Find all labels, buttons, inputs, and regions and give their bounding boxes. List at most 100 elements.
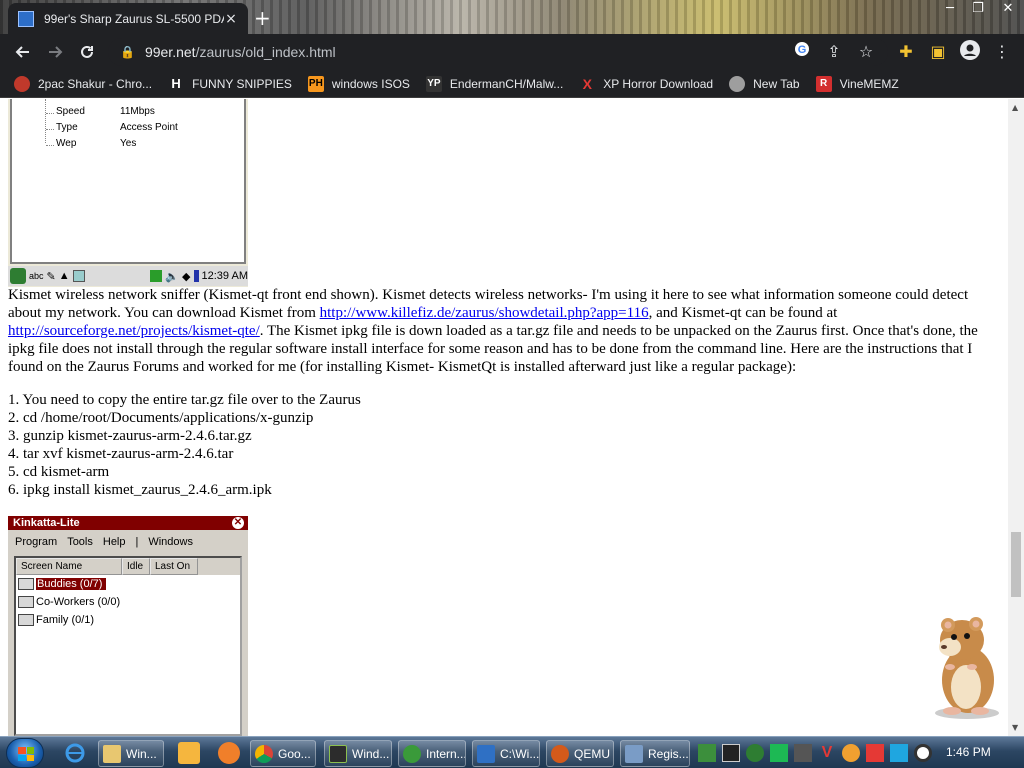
menu-kebab-icon[interactable]: ⋮ bbox=[990, 40, 1014, 64]
list-item: 1. You need to copy the entire tar.gz fi… bbox=[8, 392, 361, 408]
input-method-label: abc bbox=[29, 271, 44, 281]
paragraph-text: , and Kismet-qt can be found at bbox=[648, 305, 838, 321]
taskbar-button-internet[interactable]: Intern... bbox=[398, 740, 466, 767]
column-screen-name: Screen Name bbox=[16, 558, 122, 575]
tab-close-icon[interactable]: × bbox=[224, 11, 238, 27]
bookmark-label: XP Horror Download bbox=[603, 76, 714, 91]
up-arrow-icon: ▲ bbox=[58, 270, 70, 282]
tree-key: Type bbox=[22, 122, 120, 133]
tray-monitor-icon[interactable] bbox=[890, 744, 908, 762]
tray-search-icon[interactable] bbox=[842, 744, 860, 762]
install-steps-list: 1. You need to copy the entire tar.gz fi… bbox=[8, 391, 361, 499]
terminal-icon bbox=[329, 744, 347, 763]
folder-icon bbox=[18, 596, 34, 608]
close-window-button[interactable]: ✕ bbox=[994, 0, 1022, 20]
bookmark-label: 2pac Shakur - Chro... bbox=[38, 76, 153, 91]
share-icon[interactable]: ⇪ bbox=[822, 40, 846, 64]
maximize-window-button[interactable]: ❐ bbox=[964, 0, 992, 20]
url-path: /zaurus/old_index.html bbox=[195, 44, 336, 60]
bookmark-star-icon[interactable]: ☆ bbox=[854, 40, 878, 64]
list-item: 5. cd kismet-arm bbox=[8, 464, 110, 480]
taskbar-label: Regis... bbox=[648, 746, 689, 761]
list-item: 6. ipkg install kismet_zaurus_2.4.6_arm.… bbox=[8, 482, 272, 498]
taskbar-clock[interactable]: 1:46 PM bbox=[946, 745, 991, 759]
url-host: 99er.net bbox=[144, 44, 196, 60]
address-bar[interactable]: 🔒 99er.net /zaurus/old_index.html bbox=[108, 38, 888, 66]
taskbar-label: Intern... bbox=[426, 746, 466, 761]
kinkatta-titlebar: Kinkatta-Lite ✕ bbox=[8, 516, 248, 530]
bookmark-2pac[interactable]: 2pac Shakur - Chro... bbox=[14, 75, 153, 92]
scrollbar-thumb[interactable] bbox=[1011, 532, 1021, 597]
reload-icon bbox=[81, 45, 93, 58]
minimize-window-button[interactable]: ─ bbox=[936, 0, 964, 20]
taskbar-button-cmd[interactable]: C:\Wi... bbox=[472, 740, 540, 767]
yp-logo-icon: YP bbox=[425, 75, 442, 92]
scroll-up-icon[interactable]: ▲ bbox=[1012, 103, 1018, 112]
internet-explorer-icon[interactable] bbox=[64, 742, 86, 764]
bookmark-xp-horror[interactable]: X XP Horror Download bbox=[579, 75, 714, 92]
tray-v-icon[interactable]: V bbox=[818, 744, 836, 762]
bookmark-endermanch[interactable]: YP EndermanCH/Malw... bbox=[425, 75, 563, 92]
tray-record-icon[interactable] bbox=[914, 744, 932, 762]
svg-text:G: G bbox=[798, 44, 807, 56]
taskbar-button-chrome[interactable]: Goo... bbox=[250, 740, 316, 767]
kinkatta-title: Kinkatta-Lite bbox=[13, 517, 80, 529]
kismet-download-link[interactable]: http://www.killefiz.de/zaurus/showdetail… bbox=[320, 305, 649, 321]
tray-app-icon[interactable] bbox=[698, 744, 716, 762]
forward-button[interactable] bbox=[40, 37, 70, 67]
profile-avatar-icon[interactable] bbox=[958, 40, 982, 64]
taskbar-label: QEMU bbox=[574, 746, 610, 761]
bookmark-vinememz[interactable]: R VineMEMZ bbox=[815, 75, 899, 92]
network-details-tree: Speed 11Mbps Type Access Point Wep Yes bbox=[22, 99, 178, 151]
bookmark-label: VineMEMZ bbox=[839, 76, 899, 91]
reload-button[interactable] bbox=[72, 37, 102, 67]
bookmark-windows-isos[interactable]: PH windows ISOS bbox=[307, 75, 410, 92]
bookmark-funny-snippies[interactable]: H FUNNY SNIPPIES bbox=[168, 76, 292, 92]
extensions-icon[interactable]: ✚ bbox=[894, 40, 918, 64]
back-button[interactable] bbox=[8, 37, 38, 67]
taskbar-label: Wind... bbox=[352, 746, 390, 761]
menu-program: Program bbox=[15, 536, 58, 548]
sidebar-icon[interactable]: ▣ bbox=[926, 40, 950, 64]
buddy-list: Screen Name Idle Last On Buddies (0/7) C… bbox=[14, 556, 242, 736]
x-logo-icon: X bbox=[582, 75, 592, 92]
tray-green-icon[interactable] bbox=[770, 744, 788, 762]
back-arrow-icon bbox=[15, 46, 29, 58]
list-item: 4. tar xvf kismet-zaurus-arm-2.4.6.tar bbox=[8, 446, 234, 462]
page-content: Speed 11Mbps Type Access Point Wep Yes a… bbox=[0, 99, 1008, 736]
app-launcher-icon[interactable] bbox=[218, 742, 240, 764]
taskbar-button-qemu[interactable]: QEMU bbox=[546, 740, 614, 767]
menu-windows: Windows bbox=[148, 536, 193, 548]
taskbar-button-explorer[interactable]: Win... bbox=[98, 740, 164, 767]
article-paragraph: Kismet wireless network sniffer (Kismet-… bbox=[8, 286, 1000, 376]
scroll-down-icon[interactable]: ▼ bbox=[1012, 723, 1018, 732]
tray-grid-icon[interactable] bbox=[794, 744, 812, 762]
browser-tab[interactable]: 99er's Sharp Zaurus SL-5500 PDA × bbox=[8, 3, 248, 34]
kismet-qte-link[interactable]: http://sourceforge.net/projects/kismet-q… bbox=[8, 323, 260, 339]
page-scrollbar[interactable]: ▲ ▼ bbox=[1008, 99, 1024, 736]
group-label: Buddies (0/7) bbox=[36, 578, 107, 590]
group-label: Family (0/1) bbox=[36, 614, 95, 626]
hamster-mascot-icon[interactable] bbox=[922, 615, 1004, 720]
bookmark-label: New Tab bbox=[753, 76, 800, 91]
folder-icon bbox=[18, 614, 34, 626]
network-globe-icon[interactable] bbox=[746, 744, 764, 762]
column-idle: Idle bbox=[122, 558, 150, 575]
folder-icon bbox=[18, 578, 34, 590]
taskbar-label: C:\Wi... bbox=[500, 746, 540, 761]
f1-key-icon[interactable] bbox=[722, 744, 740, 762]
bookmark-new-tab[interactable]: New Tab bbox=[729, 75, 800, 92]
column-last-on: Last On bbox=[150, 558, 198, 575]
google-lens-icon[interactable]: G bbox=[790, 40, 814, 64]
tray-flag-icon[interactable] bbox=[866, 744, 884, 762]
battery-icon bbox=[193, 270, 199, 282]
tree-value: 11Mbps bbox=[120, 105, 155, 117]
media-player-icon[interactable] bbox=[178, 742, 200, 764]
start-button[interactable] bbox=[6, 738, 44, 768]
taskbar-button-registry[interactable]: Regis... bbox=[620, 740, 690, 767]
taskbar-button-window[interactable]: Wind... bbox=[324, 740, 392, 767]
list-item: 2. cd /home/root/Documents/applications/… bbox=[8, 410, 314, 426]
tab-strip: 99er's Sharp Zaurus SL-5500 PDA × + ─ ❐ … bbox=[0, 0, 1024, 34]
taskbar-label: Goo... bbox=[278, 746, 311, 761]
new-tab-button[interactable]: + bbox=[254, 6, 271, 30]
